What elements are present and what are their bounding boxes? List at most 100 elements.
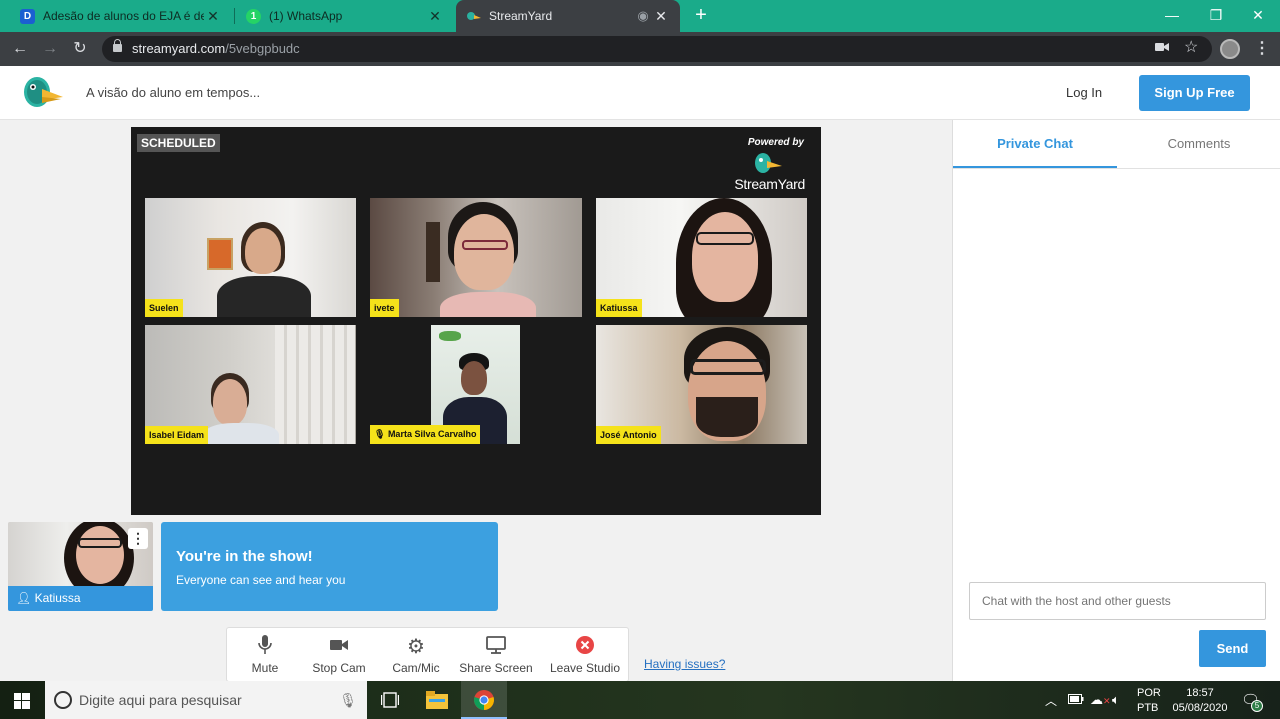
share-screen-button[interactable]: Share Screen xyxy=(457,628,535,683)
cam-mic-label: Cam/Mic xyxy=(392,661,440,675)
participant-body xyxy=(203,423,279,444)
streamyard-favicon-icon xyxy=(466,9,481,24)
participant-face xyxy=(245,228,281,274)
glasses xyxy=(696,232,754,245)
restore-icon[interactable]: ❐ xyxy=(1194,0,1238,32)
cam-mic-settings-button[interactable]: ⚙ Cam/Mic xyxy=(385,628,447,683)
tab-comments[interactable]: Comments xyxy=(1117,120,1280,168)
self-options-kebab-icon[interactable]: ⋮ xyxy=(128,528,148,549)
taskbar-search-box[interactable]: Digite aqui para pesquisar 🎙︎ xyxy=(45,681,367,719)
browser-tab-eja[interactable]: D Adesão de alunos do EJA é desafio ✕ xyxy=(10,0,232,32)
self-name: Katiussa xyxy=(34,591,81,605)
stop-cam-label: Stop Cam xyxy=(312,661,366,675)
file-explorer-icon[interactable] xyxy=(414,681,460,719)
share-screen-label: Share Screen xyxy=(459,661,533,675)
browser-tab-strip: D Adesão de alunos do EJA é desafio ✕ 1 … xyxy=(0,0,1280,32)
mute-button[interactable]: Mute xyxy=(235,628,295,683)
microphone-icon[interactable]: 🎙︎ xyxy=(339,681,357,719)
signup-button[interactable]: Sign Up Free xyxy=(1139,75,1250,111)
browser-tab-streamyard[interactable]: StreamYard ◉ ✕ xyxy=(456,0,680,32)
plant xyxy=(439,331,461,341)
login-link[interactable]: Log In xyxy=(1066,85,1102,100)
participant-video-suelen[interactable]: Suelen xyxy=(145,198,356,317)
participant-video-ivete[interactable]: ivete xyxy=(370,198,582,317)
person-icon: 👤︎ xyxy=(16,591,35,605)
participant-body xyxy=(440,292,536,317)
studio-controls: Mute Stop Cam ⚙ Cam/Mic Share Screen Lea… xyxy=(226,627,629,682)
input-language[interactable]: POR PTB xyxy=(1137,686,1161,716)
chat-input[interactable] xyxy=(969,582,1266,620)
monitor-icon xyxy=(457,634,535,658)
close-window-icon[interactable]: ✕ xyxy=(1236,0,1280,32)
system-clock[interactable]: 18:57 05/08/2020 xyxy=(1170,686,1230,716)
participant-name-tag: ivete xyxy=(370,299,399,317)
participant-video-katiussa[interactable]: Katiussa xyxy=(596,198,807,317)
whatsapp-favicon-icon: 1 xyxy=(246,8,261,24)
participant-name: Marta Silva Carvalho xyxy=(387,429,477,439)
participant-face xyxy=(692,212,758,302)
streamyard-watermark: StreamYard xyxy=(721,152,805,192)
gear-icon: ⚙ xyxy=(407,636,425,658)
participant-video-marta[interactable]: 🎙︎ Marta Silva Carvalho xyxy=(370,325,582,444)
forward-icon[interactable]: → xyxy=(39,38,61,60)
tab-title: (1) WhatsApp xyxy=(269,9,343,23)
glasses xyxy=(690,359,766,375)
show-hidden-icons-icon[interactable]: ︿ xyxy=(1045,692,1057,709)
chat-panel: Private Chat Comments Send xyxy=(952,120,1280,681)
leave-studio-button[interactable]: Leave Studio xyxy=(545,628,625,683)
participant-body xyxy=(217,276,311,317)
minimize-icon[interactable]: — xyxy=(1150,0,1194,32)
stop-cam-button[interactable]: Stop Cam xyxy=(307,628,371,683)
browser-tab-whatsapp[interactable]: 1 (1) WhatsApp ✕ xyxy=(236,0,454,32)
powered-by-label: Powered by xyxy=(747,137,804,148)
participant-video-isabel[interactable]: Isabel Eidam xyxy=(145,325,356,444)
tab-divider xyxy=(234,8,235,24)
curtain xyxy=(275,325,355,444)
keyboard-layout: PTB xyxy=(1137,702,1159,714)
bookmark-star-icon[interactable]: ☆ xyxy=(1184,37,1198,57)
network-disconnected-icon[interactable]: ☁✕ xyxy=(1090,692,1111,708)
participant-name-tag: 🎙︎ Marta Silva Carvalho xyxy=(370,425,481,444)
participant-name-tag: Suelen xyxy=(145,299,183,317)
participant-video-jose[interactable]: José Antonio xyxy=(596,325,807,444)
close-tab-icon[interactable]: ✕ xyxy=(652,8,670,25)
close-tab-icon[interactable]: ✕ xyxy=(204,8,222,25)
recording-dot-icon: ◉ xyxy=(637,8,649,23)
battery-icon[interactable] xyxy=(1068,693,1084,708)
mute-label: Mute xyxy=(251,661,279,675)
task-view-icon[interactable] xyxy=(367,681,413,719)
menu-kebab-icon[interactable]: ⋮ xyxy=(1254,38,1270,58)
having-issues-link[interactable]: Having issues? xyxy=(644,657,725,671)
camera-permission-icon[interactable] xyxy=(1155,40,1169,56)
windows-start-button[interactable] xyxy=(0,681,45,719)
new-tab-icon[interactable]: + xyxy=(690,4,712,26)
address-bar[interactable]: streamyard.com/5vebgpbudc xyxy=(102,36,1212,62)
tab-divider xyxy=(953,168,1280,169)
send-button[interactable]: Send xyxy=(1199,630,1266,667)
notification-count-badge: 5 xyxy=(1251,700,1263,712)
profile-avatar[interactable] xyxy=(1220,39,1240,59)
volume-icon[interactable]: 🔈︎ xyxy=(1112,692,1120,708)
chrome-taskbar-icon[interactable] xyxy=(461,681,507,719)
close-tab-icon[interactable]: ✕ xyxy=(426,8,444,25)
status-badge: SCHEDULED xyxy=(137,134,220,152)
windows-logo-icon xyxy=(14,693,30,709)
back-icon[interactable]: ← xyxy=(9,38,31,60)
clock-date: 05/08/2020 xyxy=(1172,702,1228,714)
clock-time: 18:57 xyxy=(1186,687,1214,699)
streamyard-logo-icon xyxy=(24,77,63,107)
windows-taskbar: Digite aqui para pesquisar 🎙︎ ︿ ☁✕ 🔈︎ PO… xyxy=(0,681,1280,719)
wall-painting xyxy=(207,238,233,270)
reload-icon[interactable]: ↻ xyxy=(69,38,91,60)
leave-studio-label: Leave Studio xyxy=(549,661,621,675)
self-preview[interactable]: ⋮ 👤︎ Katiussa xyxy=(8,522,153,611)
tab-private-chat[interactable]: Private Chat xyxy=(953,120,1117,168)
glasses xyxy=(462,240,508,250)
broadcast-title: A visão do aluno em tempos... xyxy=(86,85,261,100)
participant-face xyxy=(213,379,247,425)
participant-name-tag: José Antonio xyxy=(596,426,661,444)
d-favicon-icon: D xyxy=(20,8,35,24)
close-circle-icon xyxy=(545,634,625,658)
lock-icon xyxy=(113,39,122,52)
participant-face xyxy=(454,214,514,290)
